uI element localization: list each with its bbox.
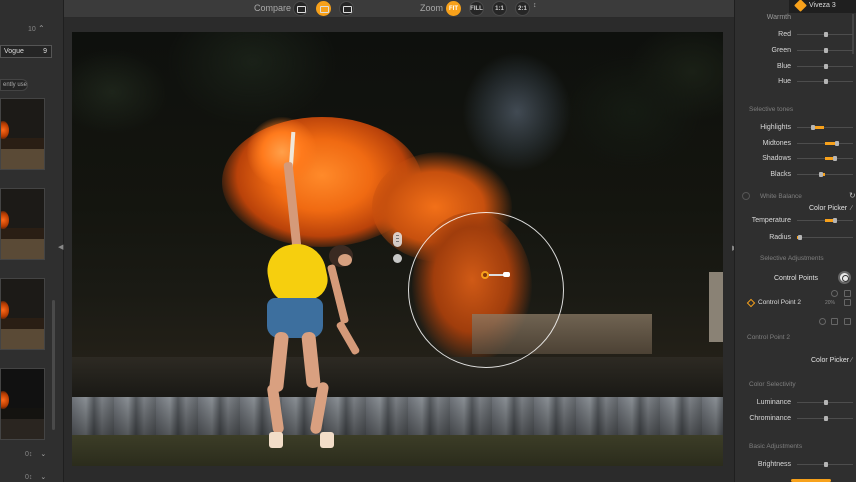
slider-label-green: Green <box>771 47 791 54</box>
zoom-stepper-icon[interactable]: ↕ <box>533 2 537 9</box>
image-canvas[interactable]: ▶ <box>64 18 737 482</box>
red-slider[interactable] <box>797 31 853 39</box>
zoom-1to1-button[interactable]: 1:1 <box>492 1 507 16</box>
luminance-slider[interactable] <box>797 399 853 407</box>
preset-name: Vogue <box>4 48 24 55</box>
control-point-radius-circle[interactable] <box>408 212 564 368</box>
bottom-stepper[interactable]: 0↕ ⌄ <box>25 473 46 481</box>
stepper-value: 0 <box>25 474 29 481</box>
duplicate-point-icon[interactable] <box>844 299 851 306</box>
control-point-diamond-icon <box>746 298 756 308</box>
blue-slider[interactable] <box>797 63 853 71</box>
highlights-slider[interactable] <box>797 124 853 132</box>
preset-value: 9 <box>43 48 47 55</box>
compare-before-after-icon[interactable] <box>339 1 354 16</box>
chevron-down-icon[interactable]: ⌄ <box>40 474 46 481</box>
preset-thumbnail[interactable] <box>0 98 45 170</box>
color-picker-button[interactable]: Color Picker <box>809 205 847 212</box>
eyedropper-point-icon[interactable] <box>819 318 826 325</box>
app-name: Viveza 3 <box>809 2 836 9</box>
slider-label-temperature: Temperature <box>751 217 791 224</box>
delete-point-icon[interactable] <box>844 318 851 325</box>
section-control-point: Control Point 2 <box>747 334 790 341</box>
section-selective-tones: Selective tones <box>749 106 794 113</box>
slider-label-red: Red <box>778 31 791 38</box>
chevron-down-icon[interactable]: ⌄ <box>40 451 46 458</box>
compare-split-icon[interactable] <box>293 1 308 16</box>
section-basic-adjustments: Basic Adjustments <box>749 443 803 450</box>
preset-selector[interactable]: Vogue 9 <box>0 45 52 58</box>
section-white-balance: White Balance <box>760 193 802 200</box>
control-point-center-handle[interactable] <box>481 271 489 279</box>
shadows-slider[interactable] <box>797 155 853 163</box>
slider-label-chrominance: Chrominance <box>749 415 791 422</box>
control-point-row[interactable]: Control Point 2 20% <box>744 298 854 309</box>
show-selection-icon[interactable] <box>831 290 838 297</box>
zoom-2to1-button[interactable]: 2:1 <box>515 1 530 16</box>
slider-label-luminance: Luminance <box>756 399 791 406</box>
compare-label: Compare <box>254 3 292 13</box>
slider-label-shadows: Shadows <box>762 155 791 162</box>
control-points-label: Control Points <box>774 275 818 282</box>
compare-side-by-side-icon[interactable] <box>316 1 331 16</box>
slider-label-hue: Hue <box>778 78 791 85</box>
preset-thumbnail[interactable] <box>0 368 45 440</box>
radius-slider[interactable] <box>797 234 853 242</box>
reset-icon[interactable]: ↻ <box>849 191 856 200</box>
green-slider[interactable] <box>797 47 853 55</box>
control-point-link-icon[interactable] <box>393 254 402 263</box>
slider-label-warmth: Warmth <box>766 14 791 21</box>
control-point-opacity: 20% <box>825 300 836 306</box>
zoom-fit-button[interactable]: FIT <box>446 1 461 16</box>
section-selective-adjustments: Selective Adjustments <box>760 255 824 262</box>
hue-slider[interactable] <box>797 78 853 86</box>
slider-label-blacks: Blacks <box>770 171 791 178</box>
preset-scrollbar[interactable] <box>52 300 55 430</box>
control-point-radius-handle[interactable] <box>503 272 510 277</box>
slider-label-brightness: Brightness <box>757 461 791 468</box>
control-point-color-picker-button[interactable]: Color Picker <box>811 357 849 364</box>
section-color-selectivity: Color Selectivity <box>749 381 796 388</box>
hide-points-icon[interactable] <box>844 290 851 297</box>
slider-label-radius: Radius <box>769 234 791 241</box>
brightness-slider[interactable] <box>797 461 853 469</box>
slider-label-highlights: Highlights <box>760 124 791 131</box>
toolbar: Compare Zoom FIT FILL 1:1 2:1 ↕ <box>64 0 734 18</box>
recently-used-tab[interactable]: ently used <box>0 79 28 91</box>
chevron-up-icon[interactable]: ⌃ <box>38 24 45 33</box>
preset-count: 10 <box>28 26 36 33</box>
midtones-slider[interactable] <box>797 140 853 148</box>
group-points-icon[interactable] <box>831 318 838 325</box>
adjustments-panel: Viveza 3 Warmth Red Green Blue Hue Selec… <box>734 0 856 482</box>
collapse-left-icon[interactable]: ◀ <box>58 243 63 251</box>
control-point-name: Control Point 2 <box>758 299 801 306</box>
chrominance-slider[interactable] <box>797 415 853 423</box>
zoom-label: Zoom <box>420 3 444 13</box>
white-balance-toggle[interactable] <box>742 192 750 200</box>
add-control-point-button[interactable] <box>838 271 851 284</box>
preview-image[interactable] <box>72 32 723 466</box>
preset-thumbnail[interactable] <box>0 278 45 350</box>
slider-label-blue: Blue <box>776 63 791 70</box>
zoom-fill-button[interactable]: FILL <box>469 1 484 16</box>
eyedropper-icon[interactable]: ∕ <box>851 205 852 212</box>
blacks-slider[interactable] <box>797 171 853 179</box>
bottom-stepper[interactable]: 0↕ ⌄ <box>25 450 46 458</box>
temperature-slider[interactable] <box>797 217 853 225</box>
eyedropper-icon[interactable]: ∕ <box>851 357 852 364</box>
control-point-group-icon[interactable] <box>393 232 402 247</box>
slider-label-midtones: Midtones <box>762 140 791 147</box>
preset-thumbnail[interactable] <box>0 188 45 260</box>
presets-panel: 10 ⌃ Vogue 9 ently used 0↕ ⌄ 0↕ ⌄ ◀ <box>0 0 64 482</box>
stepper-value: 0 <box>25 451 29 458</box>
